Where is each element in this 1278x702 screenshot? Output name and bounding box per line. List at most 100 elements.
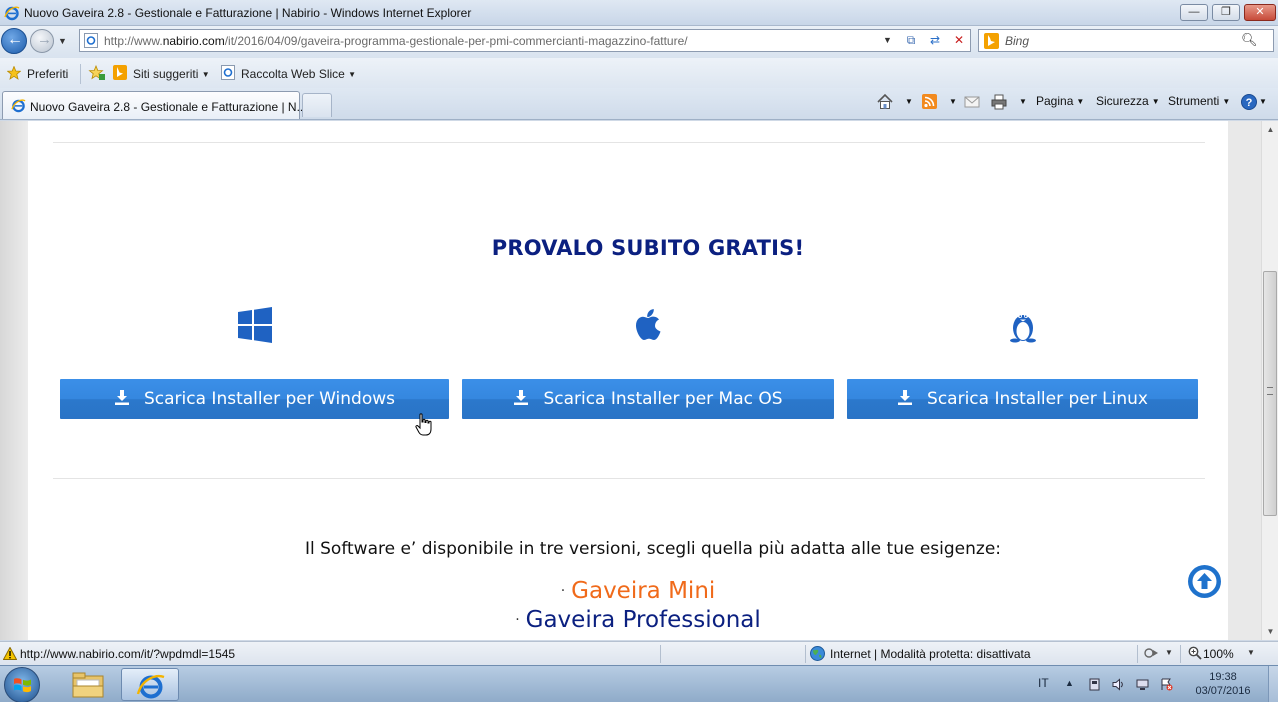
status-separator [1137, 645, 1138, 663]
tab-title: Nuovo Gaveira 2.8 - Gestionale e Fattura… [30, 100, 307, 114]
siti-suggeriti-icon [113, 65, 127, 80]
favorites-bar: Preferiti Siti suggeriti ▼ Raccolta Web … [0, 58, 1278, 88]
taskbar-explorer[interactable] [58, 668, 116, 701]
page-margin [0, 121, 28, 640]
address-url[interactable]: http://www.nabirio.com/it/2016/04/09/gav… [104, 34, 688, 48]
forward-icon: → [37, 31, 52, 48]
close-icon: ✕ [1255, 6, 1265, 18]
search-placeholder: Bing [1005, 34, 1030, 48]
tray-expand-icon[interactable]: ▲ [1065, 678, 1078, 691]
add-favorites-icon[interactable] [88, 65, 106, 81]
print-icon[interactable] [990, 93, 1008, 111]
tray-device-icon[interactable] [1088, 678, 1101, 691]
clock-time: 19:38 [1209, 671, 1237, 683]
zoom-icon[interactable] [1188, 646, 1202, 660]
download-icon [514, 390, 529, 405]
rss-icon[interactable] [921, 93, 939, 111]
scroll-to-top-icon [1192, 569, 1217, 594]
system-clock[interactable]: 19:38 03/07/2016 [1190, 670, 1256, 698]
menu-pagina[interactable]: Pagina ▼ [1036, 94, 1084, 108]
window-title: Nuovo Gaveira 2.8 - Gestionale e Fattura… [24, 6, 472, 20]
try-free-headline: PROVALO SUBITO GRATIS! [491, 236, 805, 260]
close-button[interactable]: ✕ [1244, 4, 1276, 21]
restore-icon: ❐ [1221, 6, 1231, 18]
divider-top [53, 142, 1205, 143]
status-url: http://www.nabirio.com/it/?wpdmdl=1545 [20, 647, 236, 661]
scrollbar-grip [1267, 387, 1273, 395]
status-separator [660, 645, 661, 663]
version-professional-link[interactable]: · Gaveira Professional [28, 607, 1248, 633]
show-desktop-button[interactable] [1268, 666, 1278, 702]
versions-intro: Il Software e’ disponibile in tre versio… [304, 539, 1002, 559]
print-dropdown[interactable]: ▼ [1016, 94, 1027, 108]
windows-logo-icon [238, 307, 272, 343]
bing-icon [984, 33, 999, 49]
windows-taskbar: IT ▲ 19:38 03/07/2016 [0, 665, 1278, 702]
menu-sicurezza[interactable]: Sicurezza ▼ [1096, 94, 1160, 108]
vertical-scrollbar[interactable]: ▲ ▼ [1261, 121, 1278, 640]
page-icon [84, 33, 98, 48]
home-icon[interactable] [876, 93, 894, 111]
linux-tux-icon [1010, 314, 1036, 343]
download-windows-button[interactable]: Scarica Installer per Windows [60, 379, 449, 419]
history-dropdown[interactable]: ▼ [58, 36, 67, 46]
favorites-star-icon[interactable] [7, 66, 21, 80]
scroll-to-top-button[interactable] [1188, 565, 1221, 598]
download-mac-button[interactable]: Scarica Installer per Mac OS [462, 379, 834, 419]
help-dropdown[interactable]: ▼ [1256, 94, 1267, 108]
svg-text:?: ? [1246, 97, 1253, 109]
protected-mode-icon[interactable] [1143, 646, 1159, 661]
window-titlebar: Nuovo Gaveira 2.8 - Gestionale e Fattura… [0, 0, 1278, 26]
forward-button[interactable]: → [30, 29, 54, 53]
refresh-icon[interactable]: ⇄ [926, 32, 944, 49]
minimize-icon: — [1188, 6, 1200, 18]
ie-icon [4, 6, 20, 21]
scroll-up-arrow[interactable]: ▲ [1262, 121, 1278, 138]
search-icon[interactable]: 🔍︎ [1241, 32, 1258, 48]
back-icon: ← [7, 31, 23, 48]
folder-icon [72, 672, 104, 698]
minimize-button[interactable]: — [1180, 4, 1208, 21]
compat-view-icon[interactable]: ⧉ [902, 32, 920, 49]
new-tab-button[interactable] [302, 93, 332, 117]
status-bar: http://www.nabirio.com/it/?wpdmdl=1545 I… [0, 641, 1278, 665]
download-linux-button[interactable]: Scarica Installer per Linux [847, 379, 1198, 419]
security-zone[interactable]: Internet | Modalità protetta: disattivat… [830, 647, 1031, 661]
rss-dropdown[interactable]: ▼ [946, 94, 957, 108]
ie-icon [136, 675, 165, 699]
search-box[interactable]: Bing 🔍︎ [978, 29, 1274, 52]
page-viewport: PROVALO SUBITO GRATIS! Scarica Installer… [0, 121, 1278, 640]
mail-icon[interactable] [963, 93, 981, 111]
globe-icon [810, 646, 825, 661]
tab-favicon-icon [11, 99, 26, 113]
back-button[interactable]: ← [1, 28, 27, 54]
favorites-button[interactable]: Preferiti [27, 67, 68, 81]
scrollbar-thumb[interactable] [1263, 271, 1277, 516]
volume-icon[interactable] [1112, 678, 1125, 691]
download-icon [898, 390, 913, 405]
network-icon[interactable] [1136, 678, 1149, 691]
start-button[interactable] [4, 667, 40, 702]
zoom-level[interactable]: 100% [1203, 647, 1234, 661]
input-language[interactable]: IT [1038, 676, 1049, 690]
navigation-bar: ← → ▼ http://www.nabirio.com/it/2016/04/… [0, 26, 1278, 58]
menu-strumenti[interactable]: Strumenti ▼ [1168, 94, 1230, 108]
address-dropdown[interactable]: ▼ [883, 35, 892, 45]
protected-mode-dropdown[interactable]: ▼ [1165, 648, 1173, 657]
download-icon [115, 390, 129, 405]
action-center-icon[interactable] [1160, 678, 1173, 691]
maximize-button[interactable]: ❐ [1212, 4, 1240, 21]
apple-logo-icon [636, 309, 661, 340]
scroll-down-arrow[interactable]: ▼ [1262, 623, 1278, 640]
home-dropdown[interactable]: ▼ [902, 94, 913, 108]
stop-icon[interactable]: ✕ [950, 32, 968, 49]
siti-suggeriti-link[interactable]: Siti suggeriti ▼ [133, 67, 210, 81]
raccolta-web-slice-link[interactable]: Raccolta Web Slice ▼ [241, 67, 356, 81]
tab-active[interactable]: Nuovo Gaveira 2.8 - Gestionale e Fattura… [2, 91, 307, 119]
version-mini-link[interactable]: · Gaveira Mini [28, 578, 1248, 604]
address-bar[interactable]: http://www.nabirio.com/it/2016/04/09/gav… [79, 29, 971, 52]
zoom-dropdown[interactable]: ▼ [1247, 648, 1255, 657]
taskbar-internet-explorer[interactable] [121, 668, 179, 701]
windows-start-icon [14, 678, 31, 693]
divider-middle [53, 478, 1205, 479]
